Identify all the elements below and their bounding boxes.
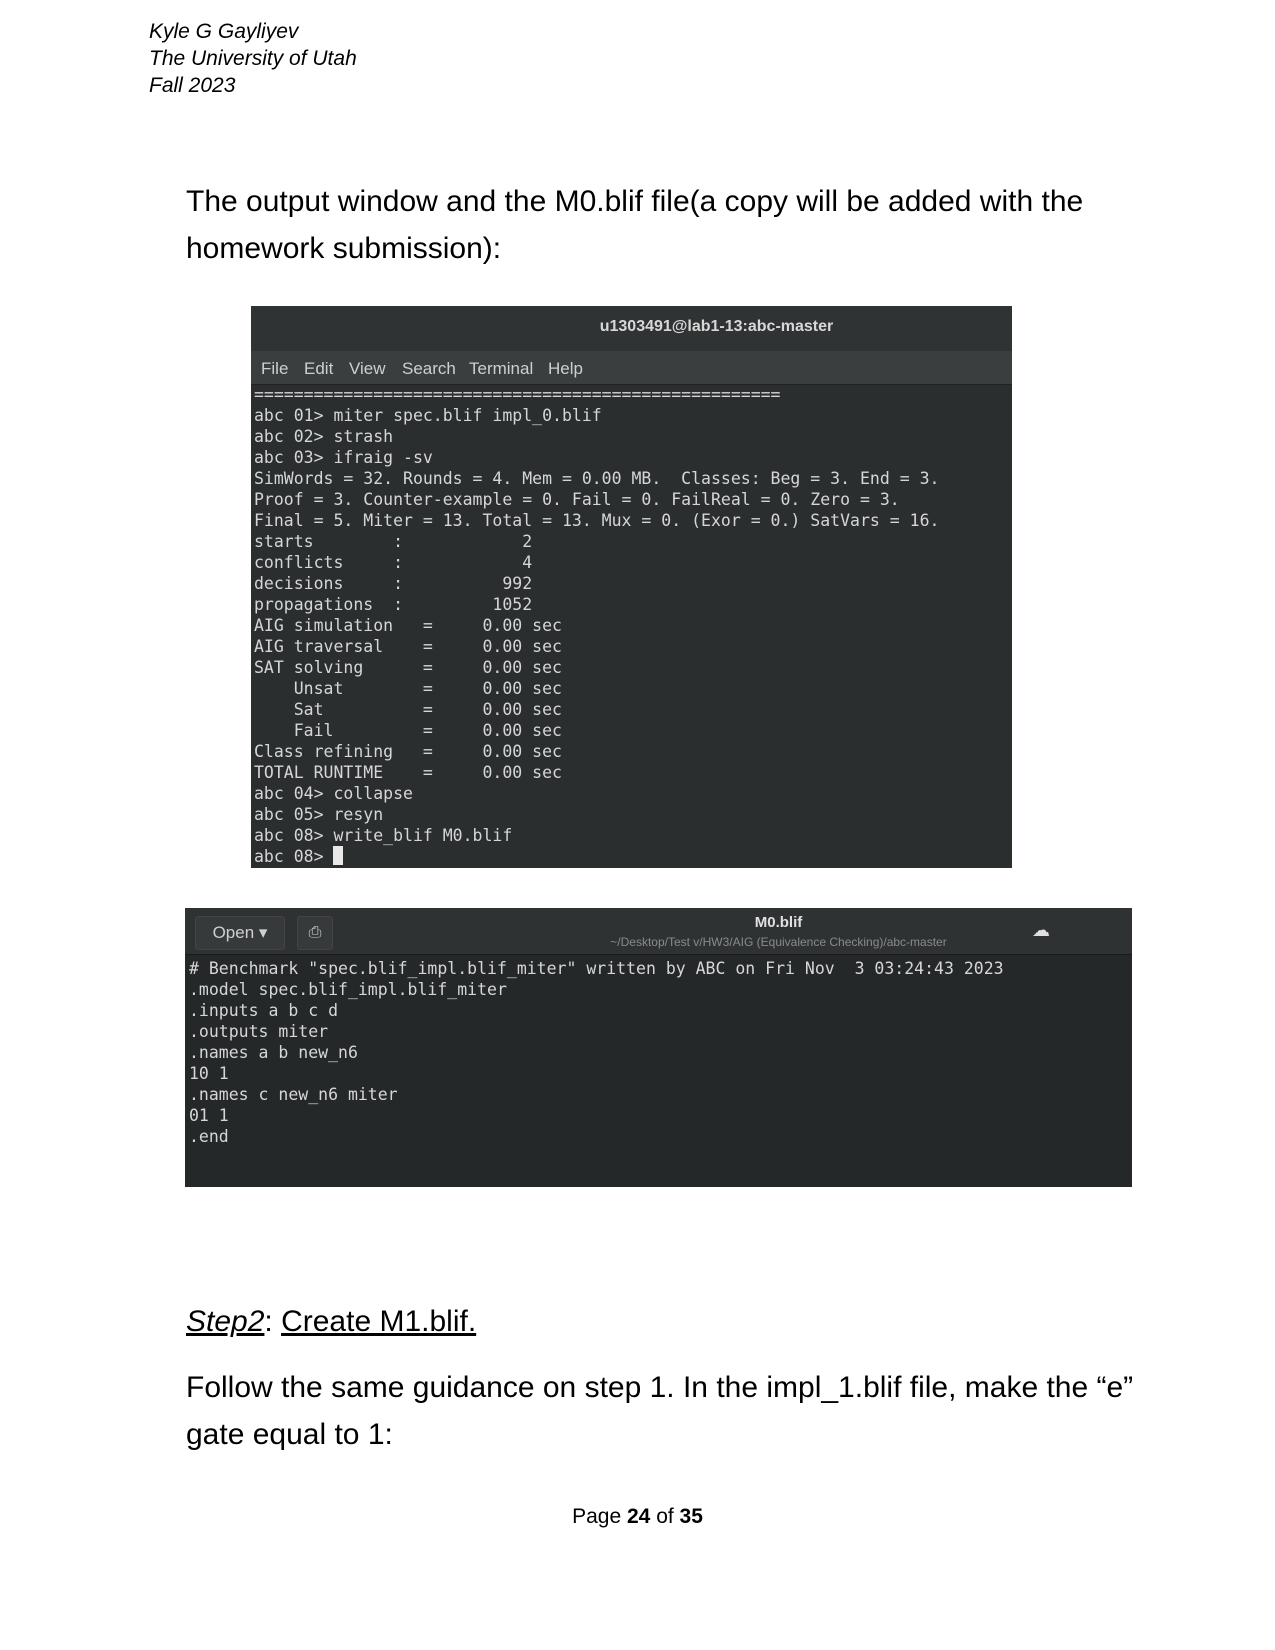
terminal-line: abc 02> strash	[254, 427, 394, 446]
terminal-line: AIG traversal = 0.00 sec	[254, 637, 562, 656]
university: The University of Utah	[149, 47, 357, 70]
terminal-line: abc 05> resyn	[254, 805, 384, 824]
terminal-line: Class refining = 0.00 sec	[254, 742, 562, 761]
terminal-line: propagations : 1052	[254, 595, 533, 614]
terminal-line: Unsat = 0.00 sec	[254, 679, 562, 698]
terminal-title: u1303491@lab1-13:abc-master	[599, 318, 834, 335]
footer-of-word: of	[656, 1505, 674, 1528]
terminal-cursor	[333, 846, 344, 865]
step-title: Create M1.blif.	[281, 1305, 477, 1338]
menu-edit[interactable]: Edit	[304, 359, 333, 379]
terminal-line: Final = 5. Miter = 13. Total = 13. Mux =…	[254, 511, 940, 530]
terminal-prompt: abc 08>	[254, 847, 334, 866]
editor-line: .outputs miter	[189, 1022, 329, 1041]
terminal-line: ========================================…	[254, 385, 781, 404]
terminal-line: SimWords = 32. Rounds = 4. Mem = 0.00 MB…	[254, 469, 940, 488]
page-total: 35	[679, 1505, 703, 1528]
terminal-line: conflicts : 4	[254, 553, 533, 572]
editor-headerbar: Open ▾ ⎙ M0.blif ~/Desktop/Test v/HW3/AI…	[185, 908, 1132, 955]
step-label: Step2	[186, 1305, 265, 1338]
page-header: Kyle G Gayliyev The University of Utah F…	[149, 18, 357, 99]
terminal-window: u1303491@lab1-13:abc-master File Edit Vi…	[251, 306, 1012, 868]
terminal-line: SAT solving = 0.00 sec	[254, 658, 562, 677]
terminal-line: TOTAL RUNTIME = 0.00 sec	[254, 763, 562, 782]
menu-help[interactable]: Help	[548, 359, 583, 379]
menu-file[interactable]: File	[261, 359, 288, 379]
menu-terminal[interactable]: Terminal	[469, 359, 533, 379]
step-heading: Step2: Create M1.blif.	[186, 1305, 477, 1338]
save-icon[interactable]: ☁	[1028, 917, 1054, 943]
footer-page-word: Page	[572, 1505, 622, 1528]
terminal-output[interactable]: ========================================…	[254, 384, 939, 867]
terminal-line: AIG simulation = 0.00 sec	[254, 616, 562, 635]
terminal-menubar: File Edit View Search Terminal Help	[251, 351, 1012, 385]
editor-line: .names a b new_n6	[189, 1043, 358, 1062]
terminal-line: Proof = 3. Counter-example = 0. Fail = 0…	[254, 490, 900, 509]
editor-line: .model spec.blif_impl.blif_miter	[189, 980, 507, 999]
editor-filepath: ~/Desktop/Test v/HW3/AIG (Equivalence Ch…	[610, 935, 947, 949]
page-footer: Page 24 of 35	[0, 1505, 1275, 1529]
editor-line: .inputs a b c d	[189, 1001, 339, 1020]
terminal-line: abc 04> collapse	[254, 784, 413, 803]
instructions-paragraph: Follow the same guidance on step 1. In t…	[186, 1371, 1134, 1451]
menu-view[interactable]: View	[349, 359, 386, 379]
editor-line: .end	[189, 1127, 229, 1146]
terminal-line: starts : 2	[254, 532, 533, 551]
editor-line: # Benchmark "spec.blif_impl.blif_miter" …	[189, 959, 1004, 978]
terminal-line: abc 03> ifraig -sv	[254, 448, 433, 467]
terminal-line: Sat = 0.00 sec	[254, 700, 562, 719]
intro-paragraph: The output window and the M0.blif file(a…	[186, 185, 1084, 265]
editor-window: Open ▾ ⎙ M0.blif ~/Desktop/Test v/HW3/AI…	[185, 908, 1132, 1187]
editor-content[interactable]: # Benchmark "spec.blif_impl.blif_miter" …	[189, 958, 1004, 1147]
semester: Fall 2023	[149, 74, 236, 97]
terminal-titlebar: u1303491@lab1-13:abc-master	[251, 306, 1012, 351]
terminal-line: decisions : 992	[254, 574, 533, 593]
terminal-line: abc 01> miter spec.blif impl_0.blif	[254, 406, 602, 425]
menu-search[interactable]: Search	[402, 359, 456, 379]
editor-line: 10 1	[189, 1064, 229, 1083]
page-number: 24	[626, 1505, 651, 1528]
author-name: Kyle G Gayliyev	[149, 20, 299, 43]
terminal-line: abc 08> write_blif M0.blif	[254, 826, 513, 845]
editor-line: .names c new_n6 miter	[189, 1085, 398, 1104]
terminal-line: Fail = 0.00 sec	[254, 721, 562, 740]
editor-filename: M0.blif	[754, 914, 803, 931]
editor-line: 01 1	[189, 1106, 229, 1125]
